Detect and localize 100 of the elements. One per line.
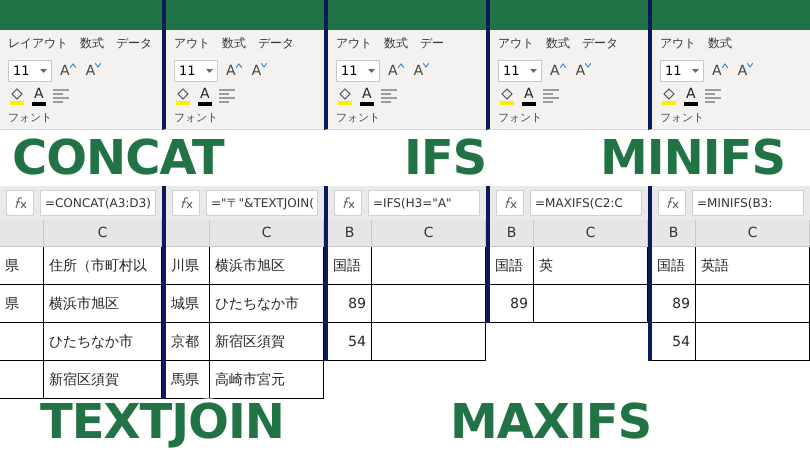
table-cell: 国語 (652, 247, 696, 285)
ribbon-tab[interactable]: 数式 (80, 34, 104, 52)
group-label: フォント (8, 110, 53, 125)
table-cell: 県 (0, 247, 44, 285)
title-text: MAXIFS (450, 394, 652, 450)
font-size-field[interactable]: 11 (174, 60, 218, 82)
align-left-icon[interactable] (704, 89, 722, 103)
caret-icon (206, 68, 213, 74)
font-color-button[interactable]: A (360, 86, 374, 106)
shrink-font-button[interactable]: A (84, 63, 104, 79)
table-cell (0, 361, 44, 399)
ribbon-tab[interactable]: 数式 (708, 34, 732, 52)
font-size-field[interactable]: 11 (660, 60, 704, 82)
ribbon-tab[interactable]: データ (582, 34, 618, 52)
table-cell: ひたちなか市 (210, 285, 324, 323)
formula-field[interactable]: =MINIFS(B3: (692, 190, 804, 216)
caret-icon (530, 68, 537, 74)
align-left-icon[interactable] (380, 89, 398, 103)
table-cell: 川県 (166, 247, 210, 285)
fill-bucket-icon[interactable] (660, 87, 678, 105)
ribbon-tab[interactable]: データ (258, 34, 294, 52)
table-cell: 住所（市町村以 (44, 247, 162, 285)
ribbon-tab[interactable]: データ (116, 34, 152, 52)
function-icon[interactable] (172, 190, 200, 216)
table-cell: 英 (534, 247, 648, 285)
table-cell: 54 (652, 323, 696, 361)
group-label: フォント (498, 110, 543, 125)
align-left-icon[interactable] (52, 89, 70, 103)
column-header[interactable]: C (44, 220, 162, 247)
column-header[interactable]: B (490, 220, 534, 247)
ribbon-tab[interactable]: アウト (660, 34, 696, 52)
ribbon-tab[interactable]: レイアウト (8, 34, 68, 52)
ribbon-tab[interactable]: アウト (336, 34, 372, 52)
grow-font-button[interactable]: A (58, 63, 78, 79)
column-header[interactable]: C (372, 220, 486, 247)
title-text: MINIFS (600, 130, 786, 186)
fill-bucket-icon[interactable] (174, 87, 192, 105)
font-color-button[interactable]: A (198, 86, 212, 106)
align-left-icon[interactable] (542, 89, 560, 103)
caret-up-icon (722, 63, 728, 68)
caret-up-icon (236, 63, 242, 68)
function-icon[interactable] (334, 190, 362, 216)
table-cell: ひたちなか市 (44, 323, 162, 361)
caret-down-icon (261, 63, 268, 68)
shrink-font-button[interactable]: A (412, 63, 432, 79)
function-icon[interactable] (658, 190, 686, 216)
formula-field[interactable]: =MAXIFS(C2:C (530, 190, 642, 216)
column-header[interactable]: C (534, 220, 648, 247)
grow-font-button[interactable]: A (710, 63, 730, 79)
shrink-font-button[interactable]: A (250, 63, 270, 79)
font-color-button[interactable]: A (684, 86, 698, 106)
caret-icon (692, 68, 699, 74)
font-color-button[interactable]: A (522, 86, 536, 106)
caret-up-icon (70, 63, 76, 68)
table-cell: 京都 (166, 323, 210, 361)
table-cell: 馬県 (166, 361, 210, 399)
table-cell: 新宿区須賀 (210, 323, 324, 361)
ribbon-tab[interactable]: 数式 (546, 34, 570, 52)
table-cell: 国語 (490, 247, 534, 285)
title-text: CONCAT (12, 130, 224, 186)
fill-bucket-icon[interactable] (498, 87, 516, 105)
table-cell: 89 (328, 285, 372, 323)
formula-field[interactable]: =CONCAT(A3:D3) (40, 190, 156, 216)
font-size-field[interactable]: 11 (336, 60, 380, 82)
fill-bucket-icon[interactable] (336, 87, 354, 105)
ribbon-tab[interactable]: 数式 (222, 34, 246, 52)
shrink-font-button[interactable]: A (736, 63, 756, 79)
ribbon-tab[interactable]: アウト (498, 34, 534, 52)
table-cell: 県 (0, 285, 44, 323)
column-header[interactable]: B (328, 220, 372, 247)
ribbon-tab[interactable]: アウト (174, 34, 210, 52)
table-cell: 横浜市旭区 (210, 247, 324, 285)
caret-down-icon (585, 63, 592, 68)
column-header[interactable]: B (652, 220, 696, 247)
fill-bucket-icon[interactable] (8, 87, 26, 105)
grow-font-button[interactable]: A (386, 63, 406, 79)
column-header[interactable]: C (210, 220, 324, 247)
shrink-font-button[interactable]: A (574, 63, 594, 79)
font-size-field[interactable]: 11 (8, 60, 52, 82)
grow-font-button[interactable]: A (548, 63, 568, 79)
function-icon[interactable] (496, 190, 524, 216)
caret-icon (368, 68, 375, 74)
function-icon[interactable] (6, 190, 34, 216)
table-cell: 城県 (166, 285, 210, 323)
table-cell: 89 (490, 285, 534, 323)
ribbon-tab[interactable]: 数式 (384, 34, 408, 52)
group-label: フォント (660, 110, 705, 125)
ribbon-tab[interactable]: デー (420, 34, 444, 52)
group-label: フォント (336, 110, 381, 125)
column-header[interactable]: C (696, 220, 810, 247)
caret-icon (40, 68, 47, 74)
formula-field[interactable]: =IFS(H3="A" (368, 190, 480, 216)
formula-field[interactable]: ="〒"&TEXTJOIN( (206, 190, 318, 216)
table-cell: 高崎市宮元 (210, 361, 324, 399)
grow-font-button[interactable]: A (224, 63, 244, 79)
table-cell: 横浜市旭区 (44, 285, 162, 323)
font-color-button[interactable]: A (32, 86, 46, 106)
table-cell: 89 (652, 285, 696, 323)
font-size-field[interactable]: 11 (498, 60, 542, 82)
align-left-icon[interactable] (218, 89, 236, 103)
